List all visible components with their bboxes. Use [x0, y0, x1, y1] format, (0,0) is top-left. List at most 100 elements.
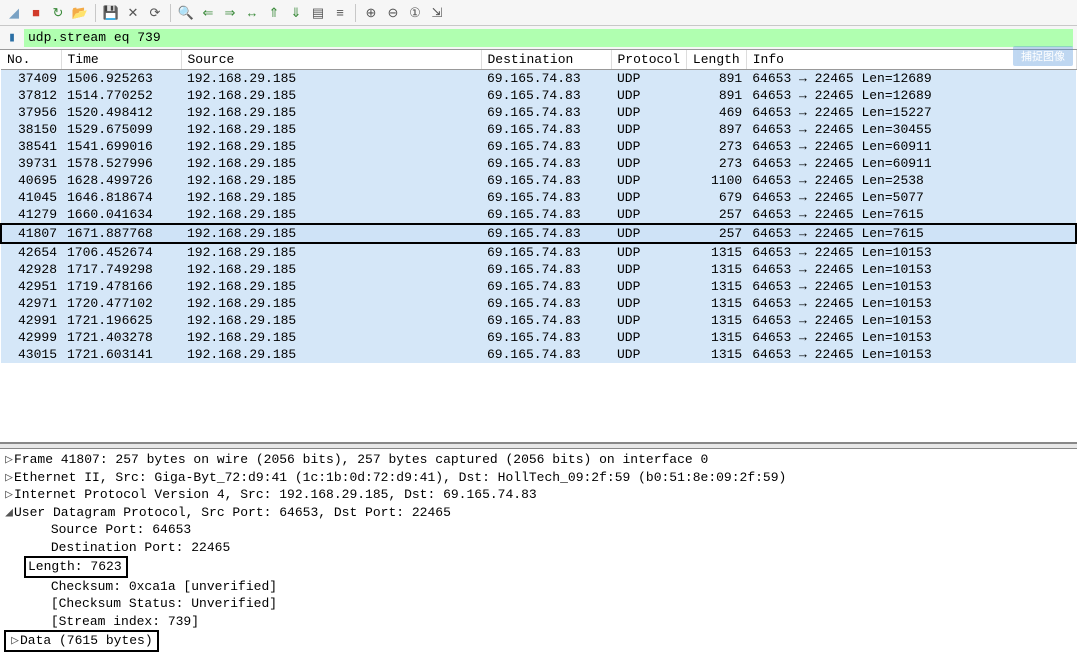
cell: 192.168.29.185 — [181, 172, 481, 189]
tree-checksum-status[interactable]: [Checksum Status: Unverified] — [4, 595, 1073, 613]
up-icon[interactable]: ⇑ — [264, 3, 284, 23]
cell: 69.165.74.83 — [481, 312, 611, 329]
table-row[interactable]: 379561520.498412192.168.29.18569.165.74.… — [1, 104, 1076, 121]
down-icon[interactable]: ⇓ — [286, 3, 306, 23]
col-protocol[interactable]: Protocol — [611, 50, 686, 70]
cell: 69.165.74.83 — [481, 329, 611, 346]
tree-dst-port[interactable]: Destination Port: 22465 — [4, 539, 1073, 557]
tree-frame[interactable]: ▷Frame 41807: 257 bytes on wire (2056 bi… — [4, 451, 1073, 469]
table-row[interactable]: 410451646.818674192.168.29.18569.165.74.… — [1, 189, 1076, 206]
tree-checksum[interactable]: Checksum: 0xca1a [unverified] — [4, 578, 1073, 596]
cell: UDP — [611, 121, 686, 138]
goto-icon[interactable]: ↔ — [242, 3, 262, 23]
cell: UDP — [611, 346, 686, 363]
col-time[interactable]: Time — [61, 50, 181, 70]
cell: 42928 — [1, 261, 61, 278]
next-icon[interactable]: ⇒ — [220, 3, 240, 23]
cell: 64653 → 22465 Len=12689 — [746, 70, 1076, 88]
col-no[interactable]: No. — [1, 50, 61, 70]
cell: UDP — [611, 70, 686, 88]
restart-icon[interactable]: ↻ — [48, 3, 68, 23]
cell: UDP — [611, 261, 686, 278]
col-length[interactable]: Length — [686, 50, 746, 70]
bookmark-icon[interactable]: ▮ — [4, 30, 20, 46]
cell: 38150 — [1, 121, 61, 138]
cell: 39731 — [1, 155, 61, 172]
save-icon[interactable]: 💾 — [101, 3, 121, 23]
cell: UDP — [611, 312, 686, 329]
find-icon[interactable]: 🔍 — [176, 3, 196, 23]
col-destination[interactable]: Destination — [481, 50, 611, 70]
table-row[interactable]: 378121514.770252192.168.29.18569.165.74.… — [1, 87, 1076, 104]
packet-details-pane[interactable]: ▷Frame 41807: 257 bytes on wire (2056 bi… — [0, 449, 1077, 654]
cell: 69.165.74.83 — [481, 104, 611, 121]
prev-icon[interactable]: ⇐ — [198, 3, 218, 23]
zoomin-icon[interactable]: ⊕ — [361, 3, 381, 23]
cell: UDP — [611, 329, 686, 346]
coloring-icon[interactable]: ≡ — [330, 3, 350, 23]
close-icon[interactable]: ✕ — [123, 3, 143, 23]
tree-src-port[interactable]: Source Port: 64653 — [4, 521, 1073, 539]
table-row[interactable]: 426541706.452674192.168.29.18569.165.74.… — [1, 243, 1076, 261]
stop-icon[interactable]: ■ — [26, 3, 46, 23]
table-row[interactable]: 381501529.675099192.168.29.18569.165.74.… — [1, 121, 1076, 138]
cell: 1719.478166 — [61, 278, 181, 295]
table-row[interactable]: 429711720.477102192.168.29.18569.165.74.… — [1, 295, 1076, 312]
cell: 42654 — [1, 243, 61, 261]
cell: 1646.818674 — [61, 189, 181, 206]
packet-list-pane[interactable]: No. Time Source Destination Protocol Len… — [0, 50, 1077, 443]
cell: UDP — [611, 295, 686, 312]
table-header-row: No. Time Source Destination Protocol Len… — [1, 50, 1076, 70]
table-row[interactable]: 385411541.699016192.168.29.18569.165.74.… — [1, 138, 1076, 155]
main-toolbar: ◢ ■ ↻ 📂 💾 ✕ ⟳ 🔍 ⇐ ⇒ ↔ ⇑ ⇓ ▤ ≡ ⊕ ⊖ ① ⇲ — [0, 0, 1077, 26]
cell: 1100 — [686, 172, 746, 189]
table-row[interactable]: 412791660.041634192.168.29.18569.165.74.… — [1, 206, 1076, 224]
cell: 1506.925263 — [61, 70, 181, 88]
table-row[interactable]: 397311578.527996192.168.29.18569.165.74.… — [1, 155, 1076, 172]
cell: 41807 — [1, 224, 61, 243]
packet-table: No. Time Source Destination Protocol Len… — [0, 50, 1077, 363]
cell: 64653 → 22465 Len=60911 — [746, 155, 1076, 172]
table-row[interactable]: 406951628.499726192.168.29.18569.165.74.… — [1, 172, 1076, 189]
tree-udp[interactable]: ◢User Datagram Protocol, Src Port: 64653… — [4, 504, 1073, 522]
reload-icon[interactable]: ⟳ — [145, 3, 165, 23]
cell: 1706.452674 — [61, 243, 181, 261]
col-source[interactable]: Source — [181, 50, 481, 70]
cell: 69.165.74.83 — [481, 138, 611, 155]
table-row[interactable]: 430151721.603141192.168.29.18569.165.74.… — [1, 346, 1076, 363]
cell: 192.168.29.185 — [181, 104, 481, 121]
cell: 1721.403278 — [61, 329, 181, 346]
cell: 69.165.74.83 — [481, 346, 611, 363]
cell: 42991 — [1, 312, 61, 329]
cell: 43015 — [1, 346, 61, 363]
display-filter-input[interactable] — [24, 29, 1073, 47]
cell: 69.165.74.83 — [481, 87, 611, 104]
table-row[interactable]: 429911721.196625192.168.29.18569.165.74.… — [1, 312, 1076, 329]
table-row[interactable]: 418071671.887768192.168.29.18569.165.74.… — [1, 224, 1076, 243]
cell: UDP — [611, 189, 686, 206]
zoomout-icon[interactable]: ⊖ — [383, 3, 403, 23]
tree-ip[interactable]: ▷Internet Protocol Version 4, Src: 192.1… — [4, 486, 1073, 504]
cell: UDP — [611, 224, 686, 243]
zoomreset-icon[interactable]: ① — [405, 3, 425, 23]
tree-ethernet[interactable]: ▷Ethernet II, Src: Giga-Byt_72:d9:41 (1c… — [4, 469, 1073, 487]
cell: 891 — [686, 70, 746, 88]
cell: 38541 — [1, 138, 61, 155]
capture-overlay-button[interactable]: 捕捉图像 — [1013, 46, 1073, 66]
cell: 69.165.74.83 — [481, 295, 611, 312]
autoscroll-icon[interactable]: ▤ — [308, 3, 328, 23]
open-icon[interactable]: 📂 — [70, 3, 90, 23]
cell: 1628.499726 — [61, 172, 181, 189]
cell: 37812 — [1, 87, 61, 104]
table-row[interactable]: 374091506.925263192.168.29.18569.165.74.… — [1, 70, 1076, 88]
cell: 41045 — [1, 189, 61, 206]
tree-stream-index[interactable]: [Stream index: 739] — [4, 613, 1073, 631]
table-row[interactable]: 429991721.403278192.168.29.18569.165.74.… — [1, 329, 1076, 346]
table-row[interactable]: 429511719.478166192.168.29.18569.165.74.… — [1, 278, 1076, 295]
tree-length[interactable]: Length: 7623 — [4, 556, 1073, 578]
table-row[interactable]: 429281717.749298192.168.29.18569.165.74.… — [1, 261, 1076, 278]
resize-icon[interactable]: ⇲ — [427, 3, 447, 23]
cell: 37956 — [1, 104, 61, 121]
tree-data[interactable]: ▷Data (7615 bytes) — [4, 630, 1073, 652]
shark-icon[interactable]: ◢ — [4, 3, 24, 23]
